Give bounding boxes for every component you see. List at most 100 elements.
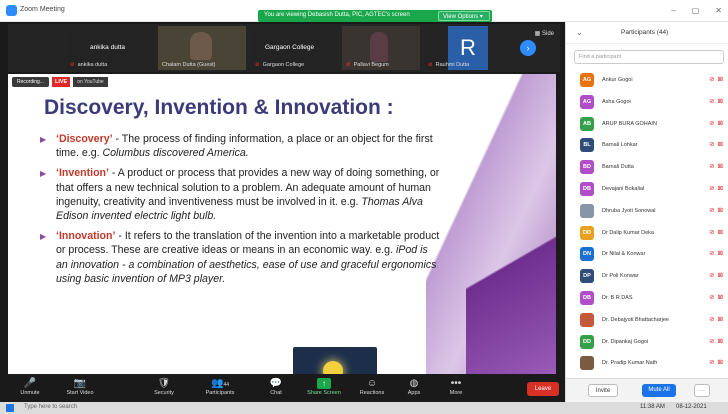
chevron-down-icon[interactable]: ⌄ [576, 28, 583, 37]
avatar: AB [580, 116, 594, 131]
slide-bullets: ▶ ‘Discovery’ - The process of finding i… [40, 132, 440, 292]
start-video-button[interactable]: 📷 Start Video [60, 377, 100, 396]
participant-search-input[interactable]: Find a participant [574, 50, 724, 64]
avatar: AG [580, 94, 594, 109]
thumbnail-label: ⊘ ankika dutta [70, 62, 108, 68]
participants-panel: ⌄ Participants (44) Find a participant A… [565, 22, 728, 402]
apps-button[interactable]: ◍ Apps [394, 377, 434, 396]
participant-row[interactable]: BD Barnali Dutta ⊘⊠ [574, 157, 728, 179]
avatar: DB [580, 290, 594, 305]
thumbnail-rauhmi-dutta[interactable]: R ⊘ Rauhmi Dutta [424, 26, 512, 70]
muted-mic-icon: ⊘ [255, 62, 260, 68]
avatar: DP [580, 269, 594, 284]
shield-icon: 🛡 [157, 378, 171, 389]
participant-name: Barnali Dutta [602, 164, 634, 171]
more-button[interactable]: ••• More [436, 377, 476, 396]
thumbnail-chalam-dutta[interactable]: Chalam Dutta (Guest) [158, 26, 246, 70]
microphone-icon: 🎤 [23, 378, 37, 389]
participant-row[interactable]: DD Dr. Dipankaj Gogoi ⊘⊠ [574, 332, 728, 354]
live-badge: LIVE [51, 76, 71, 87]
lightbulb-image [293, 347, 377, 376]
share-screen-button[interactable]: ↑ Share Screen [304, 377, 344, 396]
thumbnail-name: Gargaon College [265, 44, 315, 51]
participant-row[interactable]: DB Dr. B R DAS ⊘⊠ [574, 288, 728, 310]
avatar: BD [580, 160, 594, 175]
thumbnail-label: ⊘ Gargaon College [255, 62, 305, 68]
security-button[interactable]: 🛡 Security [144, 377, 184, 396]
muted-mic-icon: ⊘ [346, 62, 351, 68]
slide-decoration [466, 194, 556, 376]
ellipsis-icon: ••• [450, 378, 462, 389]
muted-status-icon: ⊘⊠ [709, 250, 726, 258]
avatar [580, 356, 594, 371]
chat-icon: 💬 [269, 378, 283, 389]
windows-start-icon[interactable] [6, 404, 18, 414]
participant-name: Dr. Debajyoti Bhattacharjee [602, 316, 669, 323]
thumbnail-label: ⊘ Pallavi Begum [346, 62, 389, 68]
avatar: DB [580, 181, 594, 196]
participant-name: Barnali Lohkar [602, 142, 638, 149]
avatar: DN [580, 247, 594, 262]
zoom-logo-icon [6, 5, 17, 16]
muted-status-icon: ⊘⊠ [709, 228, 726, 236]
muted-status-icon: ⊘⊠ [709, 206, 726, 214]
next-page-icon[interactable]: › [520, 40, 536, 56]
muted-status-icon: ⊘⊠ [709, 315, 726, 323]
minimize-button[interactable]: – [671, 6, 675, 15]
participant-row[interactable]: Dr. Pradip Kumar Nath ⊘⊠ [574, 353, 728, 375]
participant-row[interactable]: AG Asha Gogoi ⊘⊠ [574, 92, 728, 114]
thumbnail-ankika-dutta[interactable]: ankika dutta ⊘ ankika dutta [66, 26, 154, 70]
meeting-toolbar: 🎤 Unmute 📷 Start Video 🛡 Security 👥44 Partic… [0, 374, 565, 402]
view-options-button[interactable]: View Options ▾ [438, 11, 490, 21]
participant-row[interactable]: DP Dr Poli Konwar ⊘⊠ [574, 266, 728, 288]
participant-name: Dr Dalip Kumar Deka [602, 229, 654, 236]
participant-list: AG Ankur Gogoi ⊘⊠ AG Asha Gogoi ⊘⊠ AB ARUP BU… [574, 70, 728, 375]
taskbar-clock: 11:38 AM [640, 404, 665, 410]
invite-button[interactable]: Invite [588, 384, 618, 397]
close-button[interactable]: ✕ [715, 6, 722, 15]
recording-badge[interactable]: Recording... [12, 76, 49, 87]
participant-video [190, 32, 212, 60]
bullet-arrow-icon: ▶ [40, 169, 47, 179]
thumbnail-name: ankika dutta [90, 44, 126, 51]
windows-taskbar: Type here to search 11:38 AM 08-12-2021 [0, 402, 728, 414]
muted-status-icon: ⊘⊠ [709, 163, 726, 171]
leave-button[interactable]: Leave [527, 382, 559, 396]
participant-name: Dr Nilal & Konwar [602, 251, 646, 258]
participants-title: Participants (44) [621, 29, 669, 36]
unmute-button[interactable]: 🎤 Unmute [10, 377, 50, 396]
zoom-window: Zoom Meeting You are viewing Debasish Du… [0, 0, 728, 414]
participant-row[interactable]: Dhruba Jyoti Sonowal ⊘⊠ [574, 201, 728, 223]
reactions-button[interactable]: ☺ Reactions [352, 377, 392, 396]
side-view-button[interactable]: ▦ Side [535, 30, 554, 37]
meeting-stage: ankika dutta ⊘ ankika dutta Chalam Dutta … [0, 22, 565, 376]
participants-footer: Invite Mute All ··· [566, 378, 728, 402]
muted-status-icon: ⊘⊠ [709, 76, 726, 83]
chat-button[interactable]: 💬 Chat [256, 377, 296, 396]
maximize-button[interactable]: ▢ [692, 6, 700, 15]
participants-button[interactable]: 👥44 Participants [200, 377, 240, 396]
participant-name: Ankur Gogoi [602, 77, 633, 83]
participant-row[interactable]: DD Dr Dalip Kumar Deka ⊘⊠ [574, 223, 728, 245]
mute-all-button[interactable]: Mute All [642, 384, 676, 397]
participant-name: Asha Gogoi [602, 98, 631, 105]
participant-row[interactable]: DB Devajani Bokalial ⊘⊠ [574, 179, 728, 201]
participant-row[interactable]: AB ARUP BURA GOHAIN ⊘⊠ [574, 114, 728, 136]
participant-row[interactable]: AG Ankur Gogoi ⊘⊠ [574, 70, 728, 92]
avatar: AG [580, 73, 594, 87]
participant-row[interactable]: DN Dr Nilal & Konwar ⊘⊠ [574, 244, 728, 266]
participant-row[interactable]: Dr. Debajyoti Bhattacharjee ⊘⊠ [574, 310, 728, 332]
camera-icon: 📷 [73, 378, 87, 389]
participant-name: Devajani Bokalial [602, 185, 645, 192]
avatar: BL [580, 138, 594, 153]
slide-title: Discovery, Invention & Innovation : [44, 96, 394, 119]
thumbnail-gargaon-college[interactable]: Gargaon College ⊘ Gargaon College [251, 26, 339, 70]
avatar: DD [580, 225, 594, 240]
muted-mic-icon: ⊘ [70, 62, 75, 68]
thumbnail-pallavi-begum[interactable]: ⊘ Pallavi Begum [342, 26, 420, 70]
window-controls: – ▢ ✕ [671, 6, 722, 15]
participants-more-button[interactable]: ··· [694, 384, 710, 397]
participant-name: Dr. B R DAS [602, 294, 633, 301]
participant-row[interactable]: BL Barnali Lohkar ⊘⊠ [574, 135, 728, 157]
taskbar-search[interactable]: Type here to search [24, 404, 77, 410]
